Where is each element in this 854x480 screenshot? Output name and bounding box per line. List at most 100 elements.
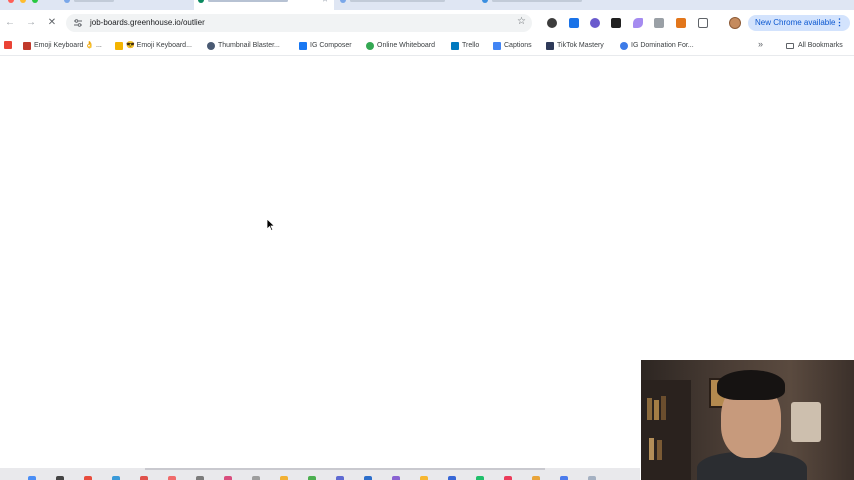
book <box>654 400 659 420</box>
dock-app-icon[interactable] <box>280 476 288 480</box>
extension-gear-icon[interactable] <box>590 18 600 28</box>
dock-app-icon[interactable] <box>168 476 176 480</box>
bookmark-3[interactable]: IG Composer <box>299 40 352 52</box>
bookshelf <box>641 380 691 480</box>
webcam-overlay <box>641 360 854 480</box>
emoji-keyboard-icon <box>23 41 31 50</box>
tab-favicon-icon <box>340 0 346 3</box>
dock-app-icon[interactable] <box>56 476 64 480</box>
book <box>647 398 652 420</box>
tab-application[interactable] <box>336 0 476 10</box>
back-arrow-icon[interactable]: ← <box>3 16 17 30</box>
tab-title-cropped <box>350 0 445 2</box>
person-hair <box>717 370 785 400</box>
macos-dock <box>0 468 640 480</box>
bookmark-label: Emoji Keyboard 👌 ... <box>34 42 102 49</box>
tab-favicon-icon <box>198 0 204 3</box>
finder-icon[interactable] <box>28 476 36 480</box>
tab-favicon-icon <box>482 0 488 3</box>
tab-close-icon[interactable]: ✕ <box>322 0 328 4</box>
stop-loading-icon[interactable]: ✕ <box>45 16 59 30</box>
bookmark-gmail[interactable] <box>4 40 15 52</box>
tab-title-cropped <box>208 0 288 2</box>
dock-app-icon[interactable] <box>308 476 316 480</box>
trello-icon <box>451 41 459 50</box>
bookmark-label: Captions <box>504 42 532 49</box>
bookmark-label: Thumbnail Blaster... <box>218 42 280 49</box>
dock-app-icon[interactable] <box>420 476 428 480</box>
extension-grey-icon[interactable] <box>654 18 664 28</box>
bookmark-0[interactable]: Emoji Keyboard 👌 ... <box>23 40 102 52</box>
s-icon <box>620 41 628 50</box>
bookmark-1[interactable]: 😎 Emoji Keyboard... <box>115 40 192 52</box>
chrome-menu-icon[interactable]: ⋮ <box>835 17 844 28</box>
extension-square-icon[interactable] <box>611 18 621 28</box>
maximize-window-icon[interactable] <box>32 0 38 3</box>
tab-outlier[interactable] <box>60 0 192 10</box>
folder-icon <box>786 42 794 49</box>
bookmark-label: TikTok Mastery <box>557 42 604 49</box>
metamask-icon[interactable] <box>676 18 686 28</box>
dock-app-icon[interactable] <box>392 476 400 480</box>
dock-app-icon[interactable] <box>560 476 568 480</box>
dock-app-icon[interactable] <box>84 476 92 480</box>
whiteboard-icon <box>366 41 374 50</box>
sunglasses-icon <box>115 41 123 50</box>
extension-blue-icon[interactable] <box>569 18 579 28</box>
bookmark-8[interactable]: IG Domination For... <box>620 40 694 52</box>
captions-icon <box>493 41 501 50</box>
tab-greenhouse-active[interactable]: ✕ <box>194 0 334 10</box>
new-chrome-available-button[interactable]: New Chrome available ⋮ <box>748 15 850 31</box>
browser-toolbar: ← → ✕ job-boards.greenhouse.io/outlier ☆… <box>0 10 854 36</box>
bookmark-label: Online Whiteboard <box>377 42 435 49</box>
bookmark-7[interactable]: TikTok Mastery <box>546 40 604 52</box>
dock-app-icon[interactable] <box>336 476 344 480</box>
dock-app-icon[interactable] <box>448 476 456 480</box>
tab-strip: ✕ <box>0 0 854 10</box>
extension-dark-icon[interactable] <box>547 18 557 28</box>
extension-feather-icon[interactable] <box>633 18 643 28</box>
address-bar[interactable]: job-boards.greenhouse.io/outlier ☆ <box>66 14 532 32</box>
bookmarks-bar: Emoji Keyboard 👌 ... 😎 Emoji Keyboard...… <box>0 36 854 56</box>
book <box>661 396 666 420</box>
more-bookmarks-chevron-icon[interactable]: » <box>758 39 763 49</box>
all-bookmarks[interactable]: All Bookmarks <box>786 40 843 52</box>
site-settings-icon[interactable] <box>74 19 82 27</box>
mouse-pointer-icon <box>267 219 275 231</box>
bookmark-6[interactable]: Captions <box>493 40 532 52</box>
close-window-icon[interactable] <box>8 0 14 3</box>
lamp <box>791 402 821 442</box>
dock-label-cropped <box>145 468 545 470</box>
dock-app-icon[interactable] <box>196 476 204 480</box>
minimize-window-icon[interactable] <box>20 0 26 3</box>
dock-app-icon[interactable] <box>532 476 540 480</box>
gmail-icon <box>4 41 12 50</box>
tab-reviews[interactable] <box>478 0 618 10</box>
dock-app-icon[interactable] <box>476 476 484 480</box>
dock-app-icon[interactable] <box>224 476 232 480</box>
book <box>657 440 662 460</box>
bookmark-5[interactable]: Trello <box>451 40 479 52</box>
dock-app-icon[interactable] <box>504 476 512 480</box>
bookmark-label: IG Composer <box>310 42 352 49</box>
tab-title-cropped <box>74 0 114 2</box>
url-text[interactable]: job-boards.greenhouse.io/outlier <box>90 18 205 27</box>
dock-app-icon[interactable] <box>364 476 372 480</box>
profile-avatar[interactable] <box>729 17 741 29</box>
meta-icon <box>299 41 307 50</box>
tab-title-cropped <box>492 0 582 2</box>
forward-arrow-icon[interactable]: → <box>24 16 38 30</box>
all-bookmarks-label: All Bookmarks <box>798 42 843 49</box>
bookmark-label: IG Domination For... <box>631 42 694 49</box>
bookmark-2[interactable]: Thumbnail Blaster... <box>207 40 280 52</box>
bookmark-label: Trello <box>462 42 480 49</box>
dock-app-icon[interactable] <box>252 476 260 480</box>
dock-app-icon[interactable] <box>588 476 596 480</box>
dock-app-icon[interactable] <box>112 476 120 480</box>
extensions-puzzle-icon[interactable] <box>698 18 708 28</box>
update-label: New Chrome available <box>755 18 836 27</box>
bookmark-star-icon[interactable]: ☆ <box>517 16 526 27</box>
kajabi-icon <box>546 41 554 50</box>
calendar-icon[interactable] <box>140 476 148 480</box>
bookmark-4[interactable]: Online Whiteboard <box>366 40 435 52</box>
